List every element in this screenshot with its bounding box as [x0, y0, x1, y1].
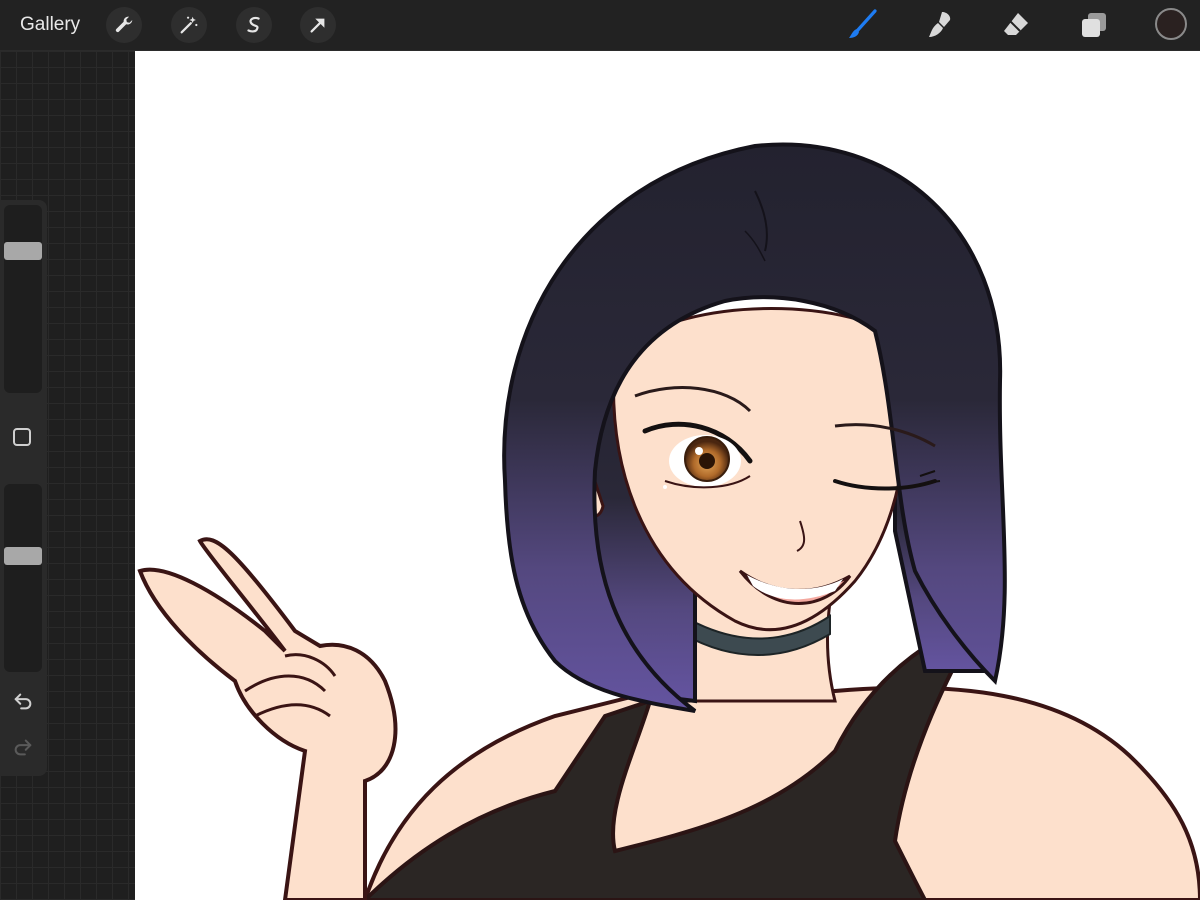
gallery-button[interactable]: Gallery	[20, 0, 80, 50]
smudge-icon	[929, 12, 951, 37]
transform-arrow-icon	[310, 18, 325, 33]
adjustments-button[interactable]	[171, 7, 207, 43]
selection-icon	[247, 16, 260, 33]
top-toolbar: Gallery	[0, 0, 1200, 51]
eraser-icon	[1004, 13, 1028, 35]
transform-button[interactable]	[300, 7, 336, 43]
hand-peace-sign	[137, 537, 398, 900]
layers-button[interactable]	[1074, 5, 1114, 45]
brush-icon	[849, 9, 877, 38]
wrench-icon	[115, 16, 133, 33]
actions-button[interactable]	[106, 7, 142, 43]
undo-icon	[14, 693, 32, 710]
eraser-button[interactable]	[996, 5, 1036, 45]
drawing-canvas[interactable]	[135, 51, 1200, 900]
artwork-illustration	[137, 142, 1200, 900]
redo-button[interactable]	[8, 732, 38, 762]
layers-icon	[1082, 13, 1106, 37]
brush-size-slider[interactable]	[4, 205, 42, 393]
procreate-app: Gallery	[0, 0, 1200, 900]
selection-button[interactable]	[236, 7, 272, 43]
brush-button[interactable]	[842, 5, 882, 45]
redo-icon	[14, 739, 32, 756]
modify-square-icon[interactable]	[13, 428, 31, 446]
color-picker-button[interactable]	[1155, 8, 1187, 40]
smudge-button[interactable]	[919, 5, 959, 45]
magic-wand-icon	[180, 16, 198, 34]
brush-size-thumb[interactable]	[4, 242, 42, 261]
sidebar	[0, 200, 47, 776]
opacity-slider[interactable]	[4, 484, 42, 672]
opacity-thumb[interactable]	[4, 546, 42, 565]
undo-button[interactable]	[8, 686, 38, 716]
